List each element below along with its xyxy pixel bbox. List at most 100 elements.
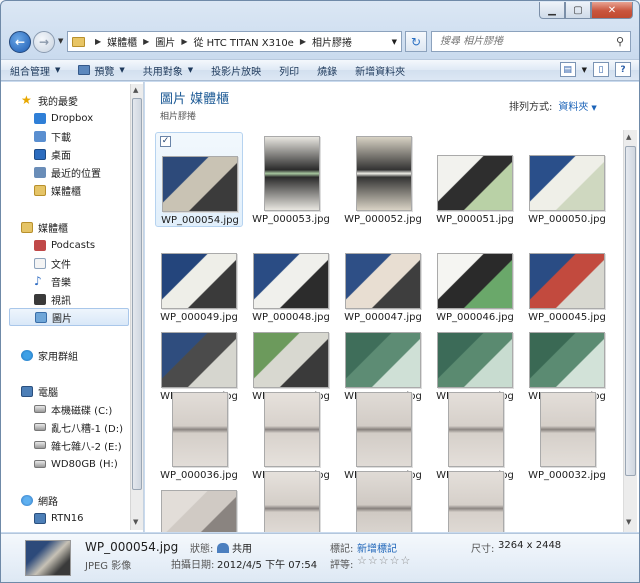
breadcrumb-pictures[interactable]: 圖片 [155, 34, 175, 49]
dropdown-arrow-icon[interactable]: ▼ [591, 104, 596, 112]
photo-thumbnail [448, 471, 504, 532]
file-tile[interactable]: WP_000050.jpg [523, 132, 611, 227]
nav-podcasts[interactable]: Podcasts [34, 236, 95, 254]
star-icon: ★ [21, 92, 32, 107]
command-bar: 組合管理 ▼ 預覽 ▼ 共用對象 ▼ 投影片放映 列印 燒錄 新增資料夾 ▤ ▼ ▯ … [1, 59, 639, 81]
file-tile[interactable]: WP_000053.jpg [247, 132, 335, 227]
breadcrumb-libraries[interactable]: 媒體櫃 [107, 34, 137, 49]
file-tile[interactable] [431, 467, 519, 532]
breadcrumb-separator-icon[interactable]: ▶ [95, 37, 101, 46]
arrange-by-dropdown[interactable]: 資料夾 [558, 102, 588, 113]
nav-computer-label: 電腦 [38, 387, 58, 399]
nav-scrollbar[interactable]: ▲ ▼ [130, 84, 143, 530]
nav-recent-places[interactable]: 最近的位置 [34, 163, 101, 181]
pictures-icon [35, 311, 47, 323]
disk-drive-icon [34, 460, 46, 468]
dimensions-label: 尺寸: [471, 544, 495, 555]
address-row: ← → ▼ ▶ 媒體櫃 ▶ 圖片 ▶ 從 HTC TITAN X310e ▶ 相… [1, 25, 639, 55]
file-tile[interactable] [339, 467, 427, 532]
photo-thumbnail [540, 392, 596, 467]
content-scrollbar[interactable]: ▲ ▼ [623, 130, 637, 532]
nav-rtn16[interactable]: RTN16 [34, 509, 84, 527]
nav-favorites[interactable]: ★ 我的最愛 [21, 91, 78, 109]
selection-checkbox[interactable]: ✓ [160, 136, 171, 147]
nav-network[interactable]: 網路 [21, 491, 58, 509]
scroll-down-icon[interactable]: ▼ [133, 518, 138, 526]
file-tile[interactable]: ✓ WP_000054.jpg [155, 132, 243, 227]
help-icon[interactable]: ? [615, 62, 631, 77]
print-button[interactable]: 列印 [270, 63, 308, 78]
maximize-icon[interactable]: ▢ [565, 2, 591, 19]
nav-computer[interactable]: 電腦 [21, 382, 58, 400]
content-scrollbar-thumb[interactable] [625, 146, 636, 476]
nav-music[interactable]: ♪ 音樂 [34, 272, 71, 290]
photo-thumbnail [356, 392, 412, 467]
address-dropdown-icon[interactable]: ▼ [392, 38, 397, 46]
back-arrow-icon[interactable]: ← [9, 31, 31, 53]
file-name: WP_000052.jpg [344, 214, 422, 225]
scroll-down-icon[interactable]: ▼ [626, 518, 631, 526]
organize-label: 組合管理 [10, 66, 50, 78]
nav-drive-h[interactable]: WD80GB (H:) [34, 455, 118, 473]
burn-button[interactable]: 燒錄 [308, 63, 346, 78]
recent-pages-dropdown-icon[interactable]: ▼ [58, 37, 63, 45]
view-options-icon[interactable]: ▤ [559, 62, 576, 77]
dimensions-value: 3264 x 2448 [498, 540, 562, 551]
nav-desktop[interactable]: 桌面 [34, 145, 71, 163]
search-input[interactable] [438, 35, 608, 48]
file-name: WP_000054.jpg [161, 215, 239, 226]
breadcrumb-separator-icon[interactable]: ▶ [143, 37, 149, 46]
nav-libraries[interactable]: 媒體櫃 [21, 218, 68, 236]
forward-arrow-icon[interactable]: → [33, 31, 55, 53]
library-subtitle: 相片膠捲 [160, 112, 197, 122]
scroll-up-icon[interactable]: ▲ [133, 86, 138, 94]
preview-pane-icon[interactable]: ▯ [593, 62, 609, 77]
nav-documents[interactable]: 文件 [34, 254, 71, 272]
desktop-icon [34, 148, 46, 160]
file-tile[interactable] [155, 467, 243, 532]
close-icon[interactable]: ✕ [591, 2, 633, 19]
new-folder-button[interactable]: 新增資料夾 [346, 63, 414, 78]
file-tile[interactable] [247, 467, 335, 532]
nav-drive-e[interactable]: 雜七雜八-2 (E:) [34, 436, 122, 454]
photo-thumbnail [253, 332, 329, 388]
scroll-up-icon[interactable]: ▲ [626, 133, 631, 141]
music-icon: ♪ [34, 273, 42, 288]
photo-thumbnail [356, 136, 412, 211]
breadcrumb-device[interactable]: 從 HTC TITAN X310e [193, 34, 293, 49]
breadcrumb-camera-roll[interactable]: 相片膠捲 [312, 34, 352, 49]
date-taken-label: 拍攝日期: [171, 560, 215, 571]
file-tile[interactable]: WP_000051.jpg [431, 132, 519, 227]
breadcrumb-separator-icon[interactable]: ▶ [300, 37, 306, 46]
file-tile[interactable]: WP_000032.jpg [523, 388, 611, 483]
nav-libraries-shortcut[interactable]: 媒體櫃 [34, 181, 81, 199]
disk-drive-icon [34, 441, 46, 449]
nav-rtn16-label: RTN16 [51, 512, 84, 524]
nav-homegroup[interactable]: 家用群組 [21, 346, 78, 364]
nav-scrollbar-thumb[interactable] [132, 98, 142, 490]
preview-button[interactable]: 預覽 ▼ [69, 63, 133, 78]
rating-stars[interactable]: ☆☆☆☆☆ [357, 554, 411, 567]
nav-dropbox[interactable]: Dropbox [34, 109, 93, 127]
add-tag-field[interactable]: 新增標記 [357, 540, 397, 555]
nav-drive-d[interactable]: 亂七八糟-1 (D:) [34, 418, 123, 436]
photo-thumbnail [437, 253, 513, 309]
nav-drive-c[interactable]: 本機磁碟 (C:) [34, 400, 112, 418]
organize-button[interactable]: 組合管理 ▼ [1, 63, 69, 78]
nav-videos[interactable]: 視訊 [34, 290, 71, 308]
refresh-icon[interactable]: ↻ [405, 31, 427, 52]
search-icon[interactable]: ⚲ [616, 35, 624, 48]
photo-thumbnail [161, 332, 237, 388]
file-tile[interactable]: WP_000052.jpg [339, 132, 427, 227]
nav-videos-label: 視訊 [51, 295, 71, 307]
search-box[interactable]: ⚲ [431, 31, 631, 52]
nav-pictures[interactable]: 圖片 [9, 308, 129, 326]
nav-downloads[interactable]: 下載 [34, 127, 71, 145]
share-with-button[interactable]: 共用對象 ▼ [134, 63, 202, 78]
breadcrumb-separator-icon[interactable]: ▶ [181, 37, 187, 46]
address-bar[interactable]: ▶ 媒體櫃 ▶ 圖片 ▶ 從 HTC TITAN X310e ▶ 相片膠捲 ▼ [67, 31, 402, 52]
minimize-icon[interactable]: ▁ [539, 2, 565, 19]
view-dropdown-icon[interactable]: ▼ [582, 66, 587, 74]
slideshow-button[interactable]: 投影片放映 [202, 63, 270, 78]
photo-thumbnail [345, 253, 421, 309]
